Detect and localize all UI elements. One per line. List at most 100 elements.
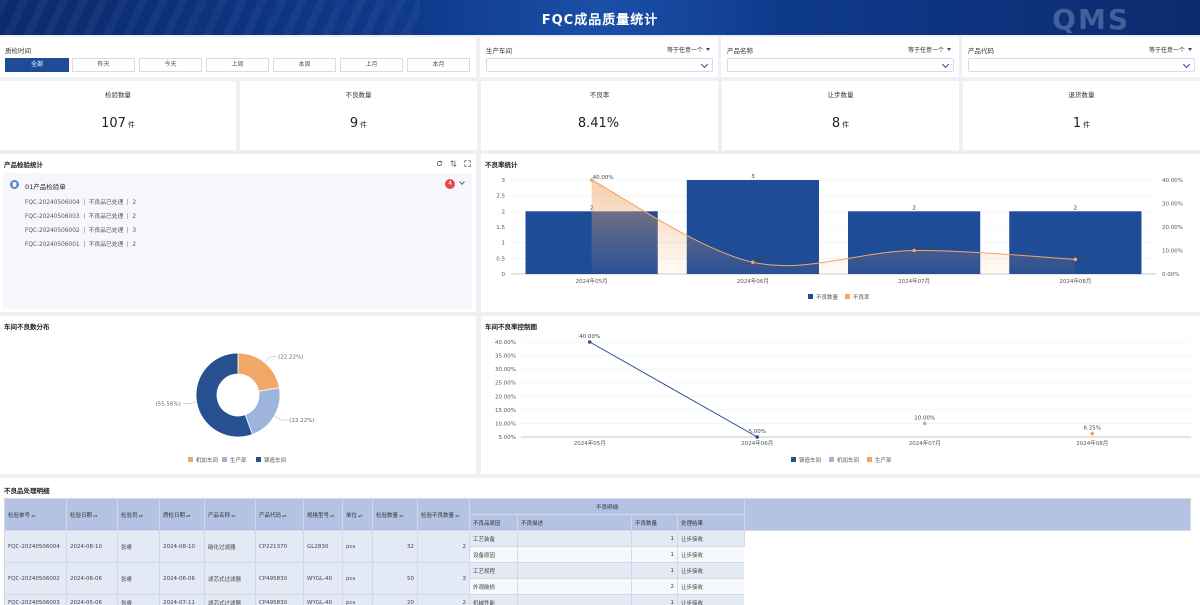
legend-swatch	[188, 457, 193, 462]
caret-down-icon	[706, 48, 710, 51]
inspection-group[interactable]: 01产品检验单 4 FQC-20240506004 不良品已处理 2 FQC-202…	[3, 173, 472, 309]
chevron-down-icon	[700, 60, 709, 69]
sort-icon[interactable]	[450, 160, 457, 167]
line-value-label: 40.00%	[579, 334, 600, 340]
product-code-filter-label: 产品代码	[968, 47, 994, 55]
workshop-select[interactable]	[486, 58, 713, 72]
kpi-value: 9件	[349, 116, 368, 131]
col-header[interactable]: 检验数量	[372, 498, 418, 531]
bar-value-label: 3	[751, 174, 755, 180]
detail-cell: 1	[631, 546, 678, 563]
y-tick-label: 1.5	[496, 225, 505, 231]
col-header[interactable]: 产品代码	[255, 498, 304, 531]
table-cell: WYGL-40	[303, 562, 343, 595]
inspection-row[interactable]: FQC-20240506001 不良品已处理 2	[25, 239, 136, 248]
refresh-icon[interactable]	[436, 160, 443, 167]
table-row[interactable]: FQC-20240506004 2024-08-10 张睿 2024-08-10 碳化过…	[4, 530, 1191, 605]
col-header[interactable]: 产品名称	[204, 498, 256, 531]
inspection-row[interactable]: FQC-20240506003 不良品已处理 2	[25, 211, 136, 220]
workshop-filter-label: 生产车间	[486, 47, 512, 55]
legend-swatch	[867, 457, 872, 462]
col-header[interactable]: 单位	[342, 498, 373, 531]
legend-label: 不良数量	[816, 293, 839, 301]
product-name-operator[interactable]: 等于任意一个	[908, 45, 951, 54]
product-code-operator[interactable]: 等于任意一个	[1149, 45, 1192, 54]
line-point	[587, 340, 592, 344]
table-cell: GL2830	[303, 530, 343, 563]
time-option-last-month[interactable]: 上月	[340, 58, 403, 72]
table-cell: 2024-07-11	[159, 594, 205, 605]
detail-cell: 机械性能	[469, 594, 518, 605]
inspection-row[interactable]: FQC-20240506002 不良品已处理 3	[25, 225, 136, 234]
product-name-select[interactable]	[727, 58, 954, 72]
col-header[interactable]: 检验单号	[4, 498, 67, 531]
col-header[interactable]: 检验不良数量	[417, 498, 470, 531]
detail-cell: 工艺规程	[469, 562, 518, 579]
sub-header: 不良品原因	[469, 514, 518, 531]
time-option-this-week[interactable]: 本周	[273, 58, 336, 72]
y2-tick-label: 40.00%	[1162, 178, 1183, 184]
detail-cell: 1	[631, 562, 678, 579]
time-option-last-week[interactable]: 上周	[206, 58, 269, 72]
legend-swatch	[829, 457, 834, 462]
table-cell: 2024-06-06	[159, 562, 205, 595]
detail-cell: 让步接收	[677, 546, 745, 563]
detail-cell: 让步接收	[677, 562, 745, 579]
detail-cell: 工艺装备	[469, 530, 518, 547]
product-code-select[interactable]	[968, 58, 1195, 72]
filler-cell	[744, 530, 1191, 605]
line-value-label: 40.00%	[593, 175, 614, 181]
x-tick-label: 2024年06月	[737, 277, 769, 285]
control-chart-panel: 车间不良率控制图 5.00% 10.00% 15.00% 20.00% 25.00% 30…	[481, 316, 1200, 474]
fullscreen-icon[interactable]	[464, 160, 471, 167]
page-header: FQC成品质量统计 QMS	[0, 0, 1200, 35]
line-value-label: 5.00%	[749, 429, 766, 435]
line-value-label: 10.00%	[914, 415, 935, 421]
table-cell: CP221370	[255, 530, 304, 563]
kpi-label: 退货数量	[1068, 91, 1095, 99]
col-header[interactable]: 规格型号	[303, 498, 343, 531]
table-cell: 3	[417, 562, 470, 595]
detail-cell	[517, 530, 632, 547]
y-tick-label: 0.5	[496, 256, 505, 262]
col-header[interactable]: 检验员	[117, 498, 160, 531]
y-tick-label: 1	[502, 241, 506, 247]
detail-cell: 1	[631, 530, 678, 547]
legend-label: 机加车间	[196, 456, 218, 464]
x-tick-label: 2024年05月	[574, 439, 606, 447]
y-tick-label: 15.00%	[495, 408, 516, 414]
time-filter-label: 质检时间	[5, 47, 31, 55]
page-title: FQC成品质量统计	[541, 13, 659, 28]
time-option-all[interactable]: 全部	[5, 58, 69, 72]
table-cell: 2	[417, 594, 470, 605]
col-header[interactable]: 质检日期	[159, 498, 205, 531]
table-cell: 32	[372, 530, 418, 563]
table-cell: CP495830	[255, 562, 304, 595]
detail-cell: 让步接收	[677, 594, 745, 605]
legend-swatch	[845, 294, 850, 299]
table-cell: 2	[417, 530, 470, 563]
time-filter-panel: 质检时间 全部 昨天 今天 上周 本周 上月 本月	[0, 37, 476, 77]
legend-label: 不良率	[853, 293, 870, 301]
inspection-panel: 产品检验统计 01产品检验单 4 FQC-20240506004 不良品已处理 2 …	[0, 154, 476, 312]
time-option-today[interactable]: 今天	[139, 58, 202, 72]
y-tick-label: 3	[502, 178, 506, 184]
col-header[interactable]: 检验日期	[66, 498, 118, 531]
kpi-label: 让步数量	[827, 91, 854, 99]
pie-label-line	[182, 402, 197, 404]
time-option-yesterday[interactable]: 昨天	[72, 58, 135, 72]
table-cell: 50	[372, 562, 418, 595]
table-cell: 2024-08-10	[159, 530, 205, 563]
table-cell: 2024-08-10	[66, 530, 118, 563]
kpi-card-returned: 退货数量 1件	[963, 81, 1200, 150]
document-icon	[10, 180, 19, 189]
inspection-row[interactable]: FQC-20240506004 不良品已处理 2	[25, 197, 136, 206]
line-value-label: 5.00%	[754, 257, 771, 263]
bar-value-label: 2	[1074, 205, 1078, 211]
x-tick-label: 2024年07月	[909, 439, 941, 447]
bar-value-label: 2	[912, 205, 916, 211]
chevron-down-icon[interactable]	[459, 179, 465, 185]
time-option-this-month[interactable]: 本月	[407, 58, 470, 72]
workshop-operator[interactable]: 等于任意一个	[667, 45, 710, 54]
kpi-card-defect-rate: 不良率 8.41%	[481, 81, 718, 150]
